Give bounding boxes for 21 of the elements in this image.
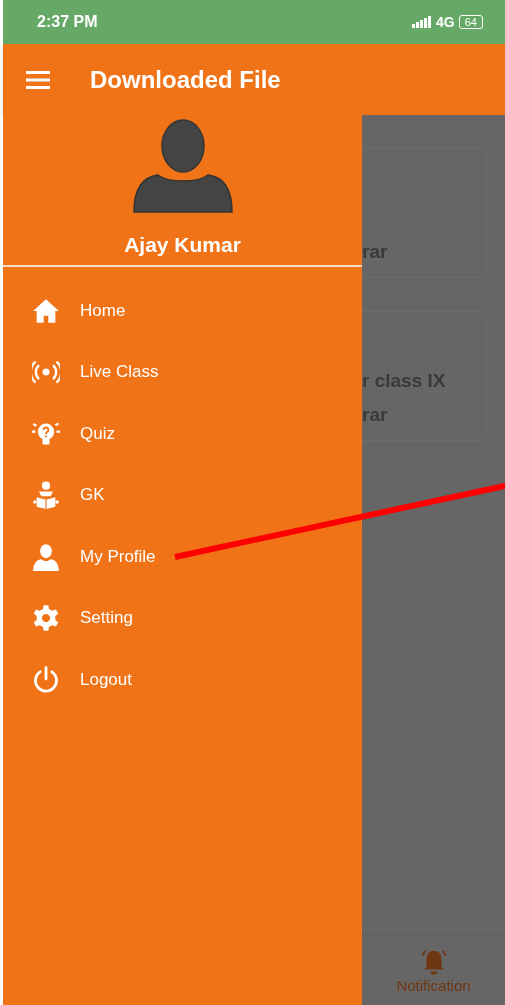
- person-icon: [32, 542, 60, 571]
- settings-icon: [32, 604, 60, 633]
- menu-button[interactable]: [26, 70, 50, 89]
- drawer-menu-item[interactable]: Home: [3, 280, 362, 342]
- drawer-menu-item[interactable]: My Profile: [3, 526, 362, 588]
- battery-indicator: 64: [458, 15, 483, 29]
- avatar-silhouette-icon: [131, 119, 234, 213]
- status-time: 2:37 PM: [37, 13, 98, 31]
- drawer-menu-item[interactable]: Logout: [3, 649, 362, 711]
- menu-icon: [26, 70, 50, 89]
- notification-tab[interactable]: Notification: [362, 934, 505, 1005]
- drawer-menu-item[interactable]: Live Class: [3, 341, 362, 403]
- drawer-menu-item[interactable]: Setting: [3, 587, 362, 649]
- drawer-menu-item[interactable]: GK: [3, 464, 362, 526]
- app-bar-title: Downloaded File: [90, 65, 281, 94]
- drawer-menu-item[interactable]: Quiz: [3, 403, 362, 465]
- reading-person-icon: [32, 481, 60, 510]
- user-name: Ajay Kumar: [124, 233, 241, 257]
- signal-icon: [412, 16, 433, 28]
- network-type: 4G: [436, 14, 455, 30]
- power-icon: [32, 665, 60, 694]
